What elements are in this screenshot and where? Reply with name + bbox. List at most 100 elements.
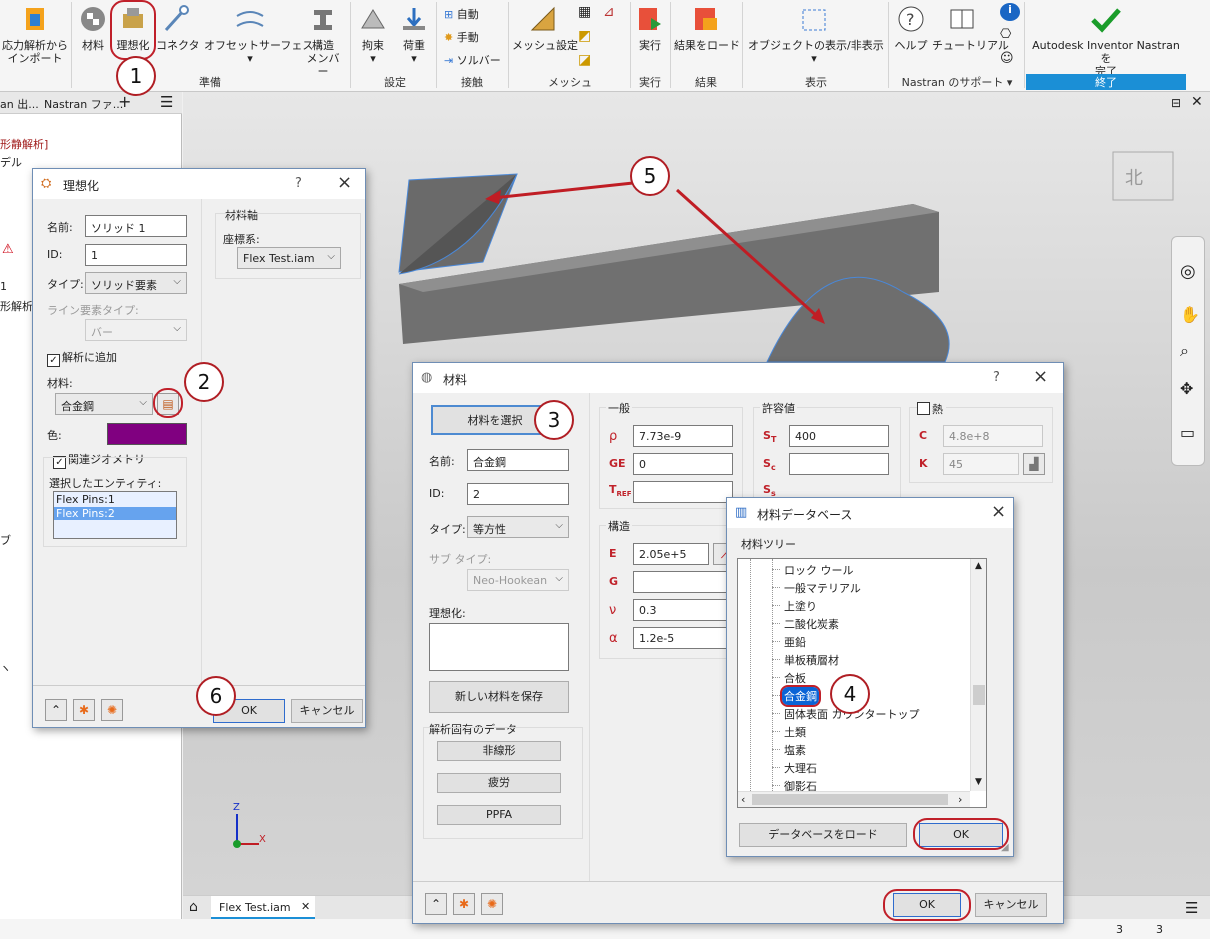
tree-item[interactable]: 大理石	[782, 759, 819, 777]
mesh-preview-icon[interactable]: ◪	[578, 52, 591, 68]
community-icon[interactable]: ⎔	[1000, 27, 1011, 42]
alpha-field[interactable]: 1.2e-5	[633, 627, 733, 649]
browser-node[interactable]: ブ	[0, 532, 11, 548]
look-at-icon[interactable]: ▭	[1180, 423, 1195, 442]
tab-close-icon[interactable]: ✕	[301, 900, 310, 913]
material-type-select[interactable]: 等方性 ⌵	[467, 516, 569, 538]
close-icon[interactable]: ×	[1033, 366, 1048, 387]
connector-button[interactable]: コネクタ	[156, 4, 200, 52]
view-cube[interactable]: 北	[1112, 151, 1174, 201]
solver-button[interactable]: ⇥ ソルバー	[444, 52, 501, 68]
show-hide-button[interactable]: オブジェクトの表示/非表示 ▾	[748, 4, 884, 65]
scroll-thumb[interactable]	[973, 685, 985, 705]
auto-contact-button[interactable]: ⊞ 自動	[444, 6, 479, 22]
info-icon[interactable]: i	[1000, 3, 1020, 21]
structural-member-button[interactable]: 構造 メンバー	[302, 4, 344, 78]
tree-item[interactable]: 合金鋼	[780, 685, 821, 707]
material-select[interactable]: 合金鋼 ⌵	[55, 393, 153, 415]
navigation-bar[interactable]: ◎ ✋ ⌕ ✥ ▭	[1171, 236, 1205, 466]
tree-item[interactable]: 合板	[782, 669, 808, 687]
nonlinear-button[interactable]: 非線形	[437, 741, 561, 761]
material-id-field[interactable]: 2	[467, 483, 569, 505]
scroll-thumb[interactable]	[752, 794, 948, 805]
load-database-button[interactable]: データベースをロード	[739, 823, 907, 847]
nu-field[interactable]: 0.3	[633, 599, 733, 621]
ge-field[interactable]: 0	[633, 453, 733, 475]
cancel-button[interactable]: キャンセル	[975, 893, 1047, 917]
load-results-button[interactable]: 結果をロード	[674, 4, 740, 52]
sparkle-icon[interactable]: ✺	[101, 699, 123, 721]
load-button[interactable]: 荷重 ▾	[396, 4, 432, 65]
st-field[interactable]: 400	[789, 425, 889, 447]
dropdown-arrow-icon[interactable]: ▾	[247, 52, 253, 65]
entity-list[interactable]: Flex Pins:1 Flex Pins:2	[53, 491, 177, 539]
help-icon[interactable]: ?	[993, 370, 1000, 385]
material-name-field[interactable]: 合金鋼	[467, 449, 569, 471]
browser-node[interactable]: 形解析	[0, 298, 33, 314]
constraint-button[interactable]: 拘束 ▾	[355, 4, 391, 65]
browser-tab-nastran[interactable]: Nastran ファ...	[44, 96, 123, 112]
tree-item[interactable]: 塩素	[782, 741, 808, 759]
sc-field[interactable]	[789, 453, 889, 475]
tree-item[interactable]: 二酸化炭素	[782, 615, 841, 633]
heat-checkbox[interactable]: 熱	[917, 401, 946, 417]
expand-icon[interactable]: ⌃	[45, 699, 67, 721]
help-button[interactable]: ? ヘルプ	[894, 4, 928, 52]
browser-node[interactable]: 1	[0, 280, 7, 293]
browser-node[interactable]: デル	[0, 154, 22, 170]
tab-menu-icon[interactable]: ☰	[1185, 899, 1198, 917]
horizontal-scrollbar[interactable]: ‹ ›	[738, 791, 970, 807]
fatigue-button[interactable]: 疲労	[437, 773, 561, 793]
steering-wheel-icon[interactable]: ◎	[1180, 261, 1196, 282]
density-field[interactable]: 7.73e-9	[633, 425, 733, 447]
id-field[interactable]: 1	[85, 244, 187, 266]
import-from-stress-button[interactable]: 応力解析から インポート	[0, 4, 70, 65]
close-icon[interactable]: ×	[337, 172, 352, 193]
chart-icon[interactable]: ▟	[1023, 453, 1045, 475]
mesh-table-icon[interactable]: ▦	[578, 4, 591, 20]
pan-icon[interactable]: ✋	[1180, 305, 1200, 324]
tref-field[interactable]	[633, 481, 733, 503]
color-swatch[interactable]	[107, 423, 187, 445]
offset-surface-button[interactable]: オフセットサーフェス ▾	[204, 4, 313, 65]
tutorial-button[interactable]: チュートリアル	[932, 4, 1009, 52]
ppfa-button[interactable]: PPFA	[437, 805, 561, 825]
coordinate-system-select[interactable]: Flex Test.iam ⌵	[237, 247, 341, 269]
star-icon[interactable]: ✱	[453, 893, 475, 915]
resize-grip-icon[interactable]: ◢	[1001, 842, 1009, 853]
manual-contact-button[interactable]: ✸ 手動	[444, 29, 479, 45]
e-field[interactable]: 2.05e+5	[633, 543, 709, 565]
tree-item[interactable]: 土類	[782, 723, 808, 741]
finish-nastran-button[interactable]: Autodesk Inventor Nastran を 完了	[1026, 4, 1186, 78]
name-field[interactable]: ソリッド 1	[85, 215, 187, 237]
group-support[interactable]: Nastran のサポート ▾	[890, 74, 1024, 90]
tree-item[interactable]: 上塗り	[782, 597, 819, 615]
type-select[interactable]: ソリッド要素 ⌵	[85, 272, 187, 294]
help-icon[interactable]: ?	[295, 176, 302, 191]
sparkle-icon[interactable]: ✺	[481, 893, 503, 915]
g-field[interactable]	[633, 571, 733, 593]
mesh-local-icon[interactable]: ◩	[578, 28, 591, 44]
browser-tab-1[interactable]: an 出...	[0, 96, 39, 112]
list-item[interactable]: Flex Pins:1	[54, 493, 176, 506]
vertical-scrollbar[interactable]: ▲ ▼	[970, 559, 986, 791]
browser-node[interactable]: 形静解析]	[0, 136, 48, 152]
tree-item[interactable]: 亜鉛	[782, 633, 808, 651]
star-icon[interactable]: ✱	[73, 699, 95, 721]
idealize-list[interactable]	[429, 623, 569, 671]
close-view-icon[interactable]: ✕	[1191, 94, 1203, 110]
tree-item[interactable]: ロック ウール	[782, 561, 856, 579]
mesh-refine-icon[interactable]: ⊿	[603, 4, 615, 20]
tree-item[interactable]: 一般マテリアル	[782, 579, 863, 597]
material-button[interactable]: 材料	[76, 4, 110, 52]
browser-node[interactable]: ヽ	[0, 660, 11, 676]
add-to-analysis-checkbox[interactable]: ✓ 解析に追加	[47, 349, 117, 367]
cancel-button[interactable]: キャンセル	[291, 699, 363, 723]
expand-icon[interactable]: ⌃	[425, 893, 447, 915]
orbit-icon[interactable]: ✥	[1180, 379, 1193, 398]
list-item[interactable]: Flex Pins:2	[54, 507, 176, 520]
save-material-button[interactable]: 新しい材料を保存	[429, 681, 569, 713]
restore-window-icon[interactable]: ⊟	[1171, 96, 1181, 110]
home-icon[interactable]: ⌂	[189, 899, 198, 915]
run-button[interactable]: 実行	[634, 4, 666, 52]
